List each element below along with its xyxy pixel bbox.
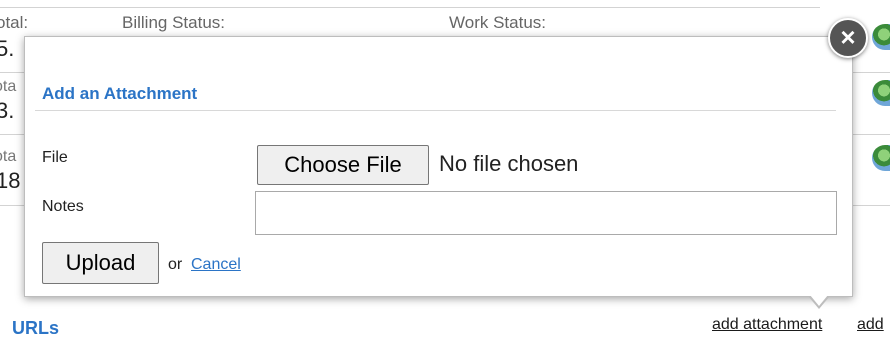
row-2-label: ota — [0, 78, 17, 95]
upload-button[interactable]: Upload — [42, 242, 159, 284]
cancel-link[interactable]: Cancel — [191, 256, 241, 274]
dialog-pointer-inner — [810, 295, 828, 306]
total-header: otal: — [0, 13, 29, 32]
dialog-divider — [35, 110, 836, 111]
close-icon[interactable]: × — [828, 18, 868, 58]
add-attachment-dialog: Add an Attachment File Choose File No fi… — [24, 36, 853, 297]
add-attachment-link[interactable]: add attachment — [712, 316, 822, 334]
row-3-value: 18 — [0, 168, 21, 193]
globe-icon[interactable] — [872, 145, 890, 171]
file-status-text: No file chosen — [439, 151, 579, 176]
globe-icon[interactable] — [872, 80, 890, 106]
file-label: File — [42, 149, 68, 166]
dialog-title: Add an Attachment — [42, 84, 198, 103]
urls-heading: URLs — [12, 318, 60, 338]
choose-file-button[interactable]: Choose File — [257, 145, 429, 185]
notes-label: Notes — [42, 198, 84, 215]
add-link[interactable]: add — [857, 316, 884, 334]
notes-input[interactable] — [255, 191, 837, 235]
row-1-value: 5. — [0, 36, 15, 61]
work-status-header: Work Status: — [449, 13, 546, 32]
globe-icon[interactable] — [872, 24, 890, 50]
top-divider — [0, 7, 820, 8]
or-text: or — [168, 256, 183, 273]
row-3-label: ota — [0, 148, 17, 165]
billing-status-header: Billing Status: — [122, 13, 225, 32]
row-2-value: 3. — [0, 98, 15, 123]
